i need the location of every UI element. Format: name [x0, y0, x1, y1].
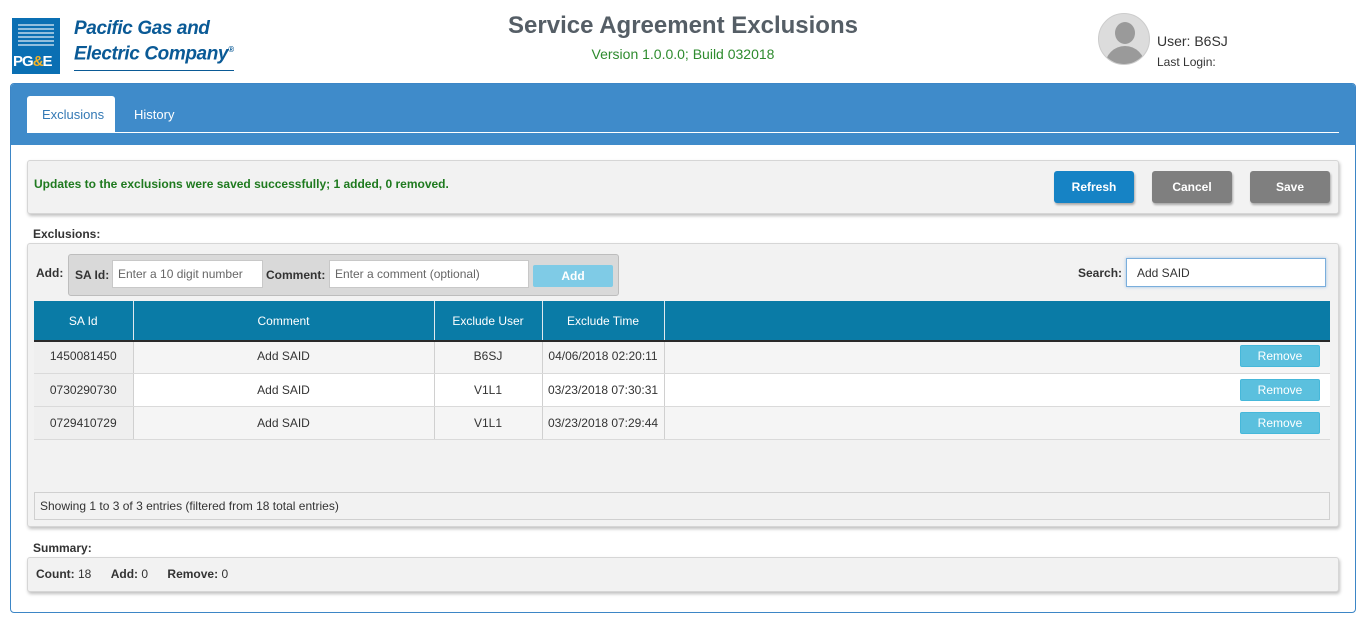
cell-actions: Remove	[664, 373, 1330, 407]
column-header-comment[interactable]: Comment	[133, 301, 435, 340]
said-label: SA Id:	[75, 268, 110, 282]
remove-button[interactable]: Remove	[1240, 411, 1320, 434]
search-label: Search:	[1078, 266, 1123, 280]
column-header-actions	[664, 301, 1330, 340]
search-input[interactable]	[1126, 258, 1326, 287]
success-message: Updates to the exclusions were saved suc…	[34, 177, 449, 191]
cell-sa-id: 1450081450	[34, 340, 134, 374]
said-input[interactable]	[112, 260, 263, 288]
cancel-button[interactable]: Cancel	[1152, 171, 1232, 203]
add-button[interactable]: Add	[533, 265, 613, 287]
table-row: 0730290730 Add SAID V1L1 03/23/2018 07:3…	[34, 373, 1330, 407]
remove-count-value: 0	[221, 567, 229, 581]
comment-input[interactable]	[329, 260, 529, 288]
main-panel: Exclusions History Updates to the exclus…	[10, 83, 1356, 613]
column-header-sa-id[interactable]: SA Id	[34, 301, 134, 340]
cell-comment: Add SAID	[133, 406, 435, 440]
count-label: Count:	[36, 567, 75, 581]
exclusions-panel: Add: SA Id: Comment: Add Search: SA Id C…	[27, 243, 1339, 527]
cell-actions: Remove	[664, 340, 1330, 374]
tab-exclusions[interactable]: Exclusions	[27, 96, 115, 133]
table-row: 1450081450 Add SAID B6SJ 04/06/2018 02:2…	[34, 340, 1330, 374]
cell-exclude-time: 03/23/2018 07:30:31	[542, 373, 665, 407]
add-count-value: 0	[141, 567, 149, 581]
cell-exclude-user: V1L1	[434, 373, 543, 407]
message-bar: Updates to the exclusions were saved suc…	[27, 160, 1339, 214]
table-header-divider	[34, 340, 1330, 342]
table-header-row: SA Id Comment Exclude User Exclude Time	[34, 301, 1330, 340]
cell-sa-id: 0730290730	[34, 373, 134, 407]
remove-button[interactable]: Remove	[1240, 345, 1320, 368]
exclusions-table: SA Id Comment Exclude User Exclude Time …	[34, 301, 1330, 440]
remove-count-label: Remove:	[167, 567, 219, 581]
user-block: User: B6SJ Last Login:	[1098, 13, 1228, 69]
cell-exclude-user: B6SJ	[434, 340, 543, 374]
user-name: User: B6SJ	[1157, 33, 1228, 49]
cell-actions: Remove	[664, 406, 1330, 440]
summary-panel: Count: 18 Add: 0 Remove: 0	[27, 557, 1339, 592]
cell-exclude-time: 03/23/2018 07:29:44	[542, 406, 665, 440]
exclusions-section-label: Exclusions:	[33, 227, 101, 241]
column-header-exclude-time[interactable]: Exclude Time	[542, 301, 665, 340]
tab-bar: Exclusions History	[11, 84, 1355, 145]
column-header-exclude-user[interactable]: Exclude User	[434, 301, 543, 340]
comment-label: Comment:	[266, 268, 326, 282]
table-row: 0729410729 Add SAID V1L1 03/23/2018 07:2…	[34, 406, 1330, 440]
remove-button[interactable]: Remove	[1240, 378, 1320, 401]
add-label: Add:	[36, 266, 64, 280]
refresh-button[interactable]: Refresh	[1054, 171, 1134, 203]
avatar	[1098, 13, 1150, 65]
save-button[interactable]: Save	[1250, 171, 1330, 203]
last-login: Last Login:	[1157, 55, 1216, 69]
count-value: 18	[78, 567, 92, 581]
summary-section-label: Summary:	[33, 541, 92, 555]
cell-exclude-user: V1L1	[434, 406, 543, 440]
cell-exclude-time: 04/06/2018 02:20:11	[542, 340, 665, 374]
add-count-label: Add:	[110, 567, 139, 581]
app-header: PG&E Pacific Gas and Electric Company® S…	[0, 0, 1366, 82]
tab-history[interactable]: History	[119, 96, 189, 133]
cell-comment: Add SAID	[133, 373, 435, 407]
table-info: Showing 1 to 3 of 3 entries (filtered fr…	[34, 492, 1330, 520]
add-form: SA Id: Comment: Add	[68, 254, 619, 296]
cell-sa-id: 0729410729	[34, 406, 134, 440]
cell-comment: Add SAID	[133, 340, 435, 374]
